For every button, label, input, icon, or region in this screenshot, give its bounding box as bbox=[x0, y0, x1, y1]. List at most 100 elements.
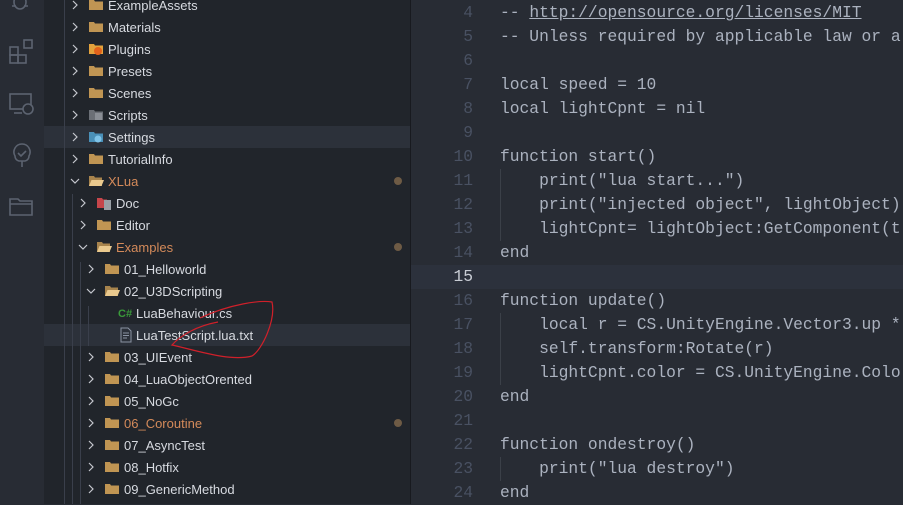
folder-icon bbox=[88, 19, 104, 35]
code-text: lightCpnt= lightObject:GetComponent(t bbox=[500, 219, 901, 238]
chevron-right-icon[interactable] bbox=[86, 346, 96, 368]
line-number: 16 bbox=[453, 291, 473, 310]
indent-guide bbox=[500, 457, 501, 481]
code-line[interactable]: 12 print("injected object", lightObject) bbox=[411, 193, 903, 217]
folder-item[interactable]: 08_Hotfix bbox=[44, 456, 410, 478]
code-line[interactable]: 9 bbox=[411, 121, 903, 145]
code-text: print("lua start...") bbox=[500, 171, 745, 190]
indent-guide bbox=[500, 337, 501, 361]
code-text: -- Unless required by applicable law or … bbox=[500, 27, 901, 46]
chevron-right-icon[interactable] bbox=[86, 412, 96, 434]
code-line[interactable]: 24 end bbox=[411, 481, 903, 505]
chevron-right-icon[interactable] bbox=[70, 38, 80, 60]
code-line[interactable]: 20 end bbox=[411, 385, 903, 409]
line-number: 15 bbox=[453, 267, 473, 286]
chevron-right-icon[interactable] bbox=[86, 478, 96, 500]
folder-item[interactable]: Plugins bbox=[44, 38, 410, 60]
remote-explorer-icon[interactable] bbox=[8, 90, 36, 118]
chevron-right-icon[interactable] bbox=[78, 192, 88, 214]
code-text: local lightCpnt = nil bbox=[500, 99, 706, 118]
code-line[interactable]: 16 function update() bbox=[411, 289, 903, 313]
code-line[interactable]: 11 print("lua start...") bbox=[411, 169, 903, 193]
chevron-right-icon[interactable] bbox=[70, 16, 80, 38]
folder-icon[interactable] bbox=[8, 192, 36, 220]
source-control-tree-icon[interactable] bbox=[8, 141, 36, 169]
code-line[interactable]: 21 bbox=[411, 409, 903, 433]
extensions-icon[interactable] bbox=[8, 37, 36, 65]
code-line[interactable]: 14 end bbox=[411, 241, 903, 265]
license-link[interactable]: http://opensource.org/licenses/MIT bbox=[529, 3, 861, 22]
code-line[interactable]: 23 print("lua destroy") bbox=[411, 457, 903, 481]
line-number: 8 bbox=[463, 99, 473, 118]
code-line[interactable]: 18 self.transform:Rotate(r) bbox=[411, 337, 903, 361]
line-number: 5 bbox=[463, 27, 473, 46]
svg-text:C#: C# bbox=[118, 308, 132, 320]
line-number: 10 bbox=[453, 147, 473, 166]
docs-folder-icon bbox=[96, 195, 112, 211]
indent-guide bbox=[88, 306, 89, 346]
line-number: 23 bbox=[453, 459, 473, 478]
chevron-right-icon[interactable] bbox=[78, 214, 88, 236]
folder-item[interactable]: 05_NoGc bbox=[44, 390, 410, 412]
file-item[interactable]: C# LuaBehaviour.cs bbox=[44, 302, 410, 324]
code-line[interactable]: 17 local r = CS.UnityEngine.Vector3.up * bbox=[411, 313, 903, 337]
folder-item[interactable]: TutorialInfo bbox=[44, 148, 410, 170]
chevron-down-icon[interactable] bbox=[78, 236, 88, 258]
indent-guide bbox=[80, 262, 81, 504]
folder-item[interactable]: 03_UIEvent bbox=[44, 346, 410, 368]
folder-icon bbox=[104, 349, 120, 365]
code-line[interactable]: 19 lightCpnt.color = CS.UnityEngine.Colo bbox=[411, 361, 903, 385]
chevron-right-icon[interactable] bbox=[86, 368, 96, 390]
line-number: 24 bbox=[453, 483, 473, 502]
chevron-right-icon[interactable] bbox=[70, 0, 80, 16]
chevron-right-icon[interactable] bbox=[70, 148, 80, 170]
code-line[interactable]: 8 local lightCpnt = nil bbox=[411, 97, 903, 121]
plugins-folder-icon bbox=[88, 41, 104, 57]
folder-item[interactable]: Presets bbox=[44, 60, 410, 82]
folder-item[interactable]: Scripts bbox=[44, 104, 410, 126]
folder-item[interactable]: ExampleAssets bbox=[44, 0, 410, 16]
folder-item[interactable]: 07_AsyncTest bbox=[44, 434, 410, 456]
debug-icon[interactable] bbox=[8, 0, 36, 14]
code-editor[interactable]: 4 -- http://opensource.org/licenses/MIT 5 -… bbox=[410, 0, 903, 504]
folder-item[interactable]: 09_GenericMethod bbox=[44, 478, 410, 500]
code-line[interactable]: 13 lightCpnt= lightObject:GetComponent(t bbox=[411, 217, 903, 241]
code-line[interactable]: 10 function start() bbox=[411, 145, 903, 169]
folder-icon bbox=[104, 415, 120, 431]
folder-item[interactable]: Editor bbox=[44, 214, 410, 236]
folder-item[interactable]: 06_Coroutine bbox=[44, 412, 410, 434]
folder-item[interactable]: Scenes bbox=[44, 82, 410, 104]
settings-folder-icon bbox=[88, 129, 104, 145]
chevron-right-icon[interactable] bbox=[86, 390, 96, 412]
folder-item[interactable]: Materials bbox=[44, 16, 410, 38]
chevron-right-icon[interactable] bbox=[70, 60, 80, 82]
folder-item[interactable]: 02_U3DScripting bbox=[44, 280, 410, 302]
folder-item[interactable]: 01_Helloworld bbox=[44, 258, 410, 280]
chevron-right-icon[interactable] bbox=[70, 104, 80, 126]
chevron-down-icon[interactable] bbox=[70, 170, 80, 192]
item-label: Settings bbox=[108, 129, 155, 145]
folder-item[interactable]: 04_LuaObjectOrented bbox=[44, 368, 410, 390]
file-item[interactable]: LuaTestScript.lua.txt bbox=[44, 324, 410, 346]
code-line[interactable]: 4 -- http://opensource.org/licenses/MIT bbox=[411, 1, 903, 25]
code-line[interactable]: 7 local speed = 10 bbox=[411, 73, 903, 97]
folder-item[interactable]: Settings bbox=[44, 126, 410, 148]
code-line[interactable]: 22 function ondestroy() bbox=[411, 433, 903, 457]
line-number: 17 bbox=[453, 315, 473, 334]
chevron-right-icon[interactable] bbox=[86, 258, 96, 280]
code-line[interactable]: 6 bbox=[411, 49, 903, 73]
folder-item[interactable]: Doc bbox=[44, 192, 410, 214]
chevron-right-icon[interactable] bbox=[86, 434, 96, 456]
folder-item[interactable]: Examples bbox=[44, 236, 410, 258]
folder-item[interactable]: XLua bbox=[44, 170, 410, 192]
line-number: 12 bbox=[453, 195, 473, 214]
item-label: ExampleAssets bbox=[108, 0, 198, 13]
chevron-right-icon[interactable] bbox=[86, 456, 96, 478]
chevron-right-icon[interactable] bbox=[70, 82, 80, 104]
chevron-right-icon[interactable] bbox=[70, 126, 80, 148]
code-line[interactable]: 5 -- Unless required by applicable law or… bbox=[411, 25, 903, 49]
folder-open-icon bbox=[96, 239, 112, 255]
code-line[interactable]: 15 bbox=[411, 265, 903, 289]
line-number: 11 bbox=[453, 171, 473, 190]
chevron-down-icon[interactable] bbox=[86, 280, 96, 302]
